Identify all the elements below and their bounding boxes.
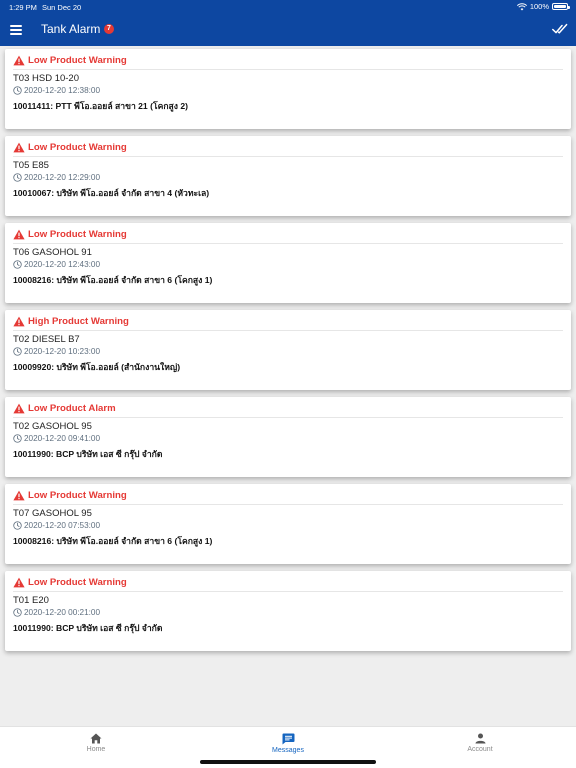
alert-header: Low Product Alarm	[13, 400, 116, 416]
nav-messages[interactable]: Messages	[258, 733, 318, 754]
clock-icon	[13, 608, 22, 617]
menu-button[interactable]	[10, 25, 22, 35]
clock-icon	[13, 86, 22, 95]
nav-messages-label: Messages	[272, 747, 304, 754]
alert-type: Low Product Warning	[28, 141, 127, 153]
alert-timestamp: 2020-12-20 00:21:00	[13, 608, 100, 617]
alert-timestamp: 2020-12-20 10:23:00	[13, 347, 100, 356]
timestamp-text: 2020-12-20 10:23:00	[24, 347, 101, 356]
warning-icon	[13, 577, 25, 587]
timestamp-text: 2020-12-20 07:53:00	[24, 521, 101, 530]
station-info: 10010067: บริษัท พีโอ.ออยล์ จำกัด สาขา 4…	[13, 188, 210, 198]
divider	[13, 330, 563, 331]
home-indicator	[200, 760, 376, 764]
alert-type: Low Product Alarm	[28, 402, 116, 414]
warning-icon	[13, 316, 25, 326]
alert-timestamp: 2020-12-20 07:53:00	[13, 521, 100, 530]
double-check-icon[interactable]	[552, 23, 568, 35]
app-bar: 1:29 PM Sun Dec 20 100% Tank Alarm 7	[0, 0, 576, 46]
tank-name: T05 E85	[13, 160, 49, 171]
alert-header: Low Product Warning	[13, 52, 127, 68]
alert-header: Low Product Warning	[13, 487, 127, 503]
alert-card[interactable]: High Product Warning T02 DIESEL B7 2020-12…	[5, 310, 571, 390]
timestamp-text: 2020-12-20 00:21:00	[24, 608, 101, 617]
page-title: Tank Alarm	[41, 22, 101, 36]
alert-card[interactable]: Low Product Warning T06 GASOHOL 91 2020-12…	[5, 223, 571, 303]
tank-name: T06 GASOHOL 91	[13, 247, 92, 258]
alert-timestamp: 2020-12-20 09:41:00	[13, 434, 100, 443]
alert-card[interactable]: Low Product Alarm T02 GASOHOL 95 2020-12-2…	[5, 397, 571, 477]
station-info: 10008216: บริษัท พีโอ.ออยล์ จำกัด สาขา 6…	[13, 275, 213, 285]
tank-name: T02 GASOHOL 95	[13, 421, 92, 432]
nav-account[interactable]: Account	[450, 733, 510, 753]
wifi-icon	[516, 2, 527, 10]
tank-name: T03 HSD 10-20	[13, 73, 80, 84]
timestamp-text: 2020-12-20 12:29:00	[24, 173, 101, 182]
divider	[13, 417, 563, 418]
station-info: 10011990: BCP บริษัท เอส ซี กรุ๊ป จำกัด	[13, 623, 163, 633]
alert-type: Low Product Warning	[28, 54, 127, 66]
clock-icon	[13, 434, 22, 443]
clock-icon	[13, 173, 22, 182]
nav-home[interactable]: Home	[66, 733, 126, 753]
warning-icon	[13, 490, 25, 500]
nav-home-label: Home	[86, 746, 106, 753]
alert-timestamp: 2020-12-20 12:43:00	[13, 260, 100, 269]
alert-card[interactable]: Low Product Warning T07 GASOHOL 95 2020-12…	[5, 484, 571, 564]
alert-type: High Product Warning	[28, 315, 129, 327]
timestamp-text: 2020-12-20 09:41:00	[24, 434, 101, 443]
nav-account-label: Account	[467, 746, 493, 753]
alert-timestamp: 2020-12-20 12:38:00	[13, 86, 100, 95]
divider	[13, 69, 563, 70]
station-info: 10008216: บริษัท พีโอ.ออยล์ จำกัด สาขา 6…	[13, 536, 213, 546]
tank-name: T02 DIESEL B7	[13, 334, 80, 345]
timestamp-text: 2020-12-20 12:38:00	[24, 86, 101, 95]
alert-timestamp: 2020-12-20 12:29:00	[13, 173, 100, 182]
alert-type: Low Product Warning	[28, 576, 127, 588]
clock-icon	[13, 521, 22, 530]
message-icon	[282, 733, 294, 745]
warning-icon	[13, 403, 25, 413]
status-time: 1:29 PM	[9, 3, 37, 12]
status-bar: 1:29 PM Sun Dec 20 100%	[0, 0, 576, 14]
divider	[13, 243, 563, 244]
status-date: Sun Dec 20	[42, 3, 82, 12]
battery-icon	[552, 3, 570, 10]
divider	[13, 156, 563, 157]
warning-icon	[13, 142, 25, 152]
warning-icon	[13, 229, 25, 239]
warning-icon	[13, 55, 25, 65]
timestamp-text: 2020-12-20 12:43:00	[24, 260, 101, 269]
home-icon	[90, 733, 102, 744]
alert-header: Low Product Warning	[13, 226, 127, 242]
alert-type: Low Product Warning	[28, 489, 127, 501]
status-right: 100%	[516, 2, 570, 11]
alert-card[interactable]: Low Product Warning T05 E85 2020-12-20 12:…	[5, 136, 571, 216]
clock-icon	[13, 347, 22, 356]
divider	[13, 504, 563, 505]
tank-name: T07 GASOHOL 95	[13, 508, 92, 519]
unread-badge: 7	[104, 24, 114, 34]
station-info: 10009920: บริษัท พีโอ.ออยล์ (สำนักงานใหญ…	[13, 362, 181, 372]
alert-card[interactable]: Low Product Warning T01 E20 2020-12-20 00:…	[5, 571, 571, 651]
alert-header: Low Product Warning	[13, 139, 127, 155]
person-icon	[475, 733, 485, 744]
clock-icon	[13, 260, 22, 269]
station-info: 10011990: BCP บริษัท เอส ซี กรุ๊ป จำกัด	[13, 449, 163, 459]
tank-name: T01 E20	[13, 595, 49, 606]
alert-header: Low Product Warning	[13, 574, 127, 590]
alert-type: Low Product Warning	[28, 228, 127, 240]
station-info: 10011411: PTT พีโอ.ออยล์ สาขา 21 (โคกสูง…	[13, 101, 189, 111]
alert-card[interactable]: Low Product Warning T03 HSD 10-20 2020-12-…	[5, 49, 571, 129]
battery-percent: 100%	[529, 2, 549, 11]
alert-header: High Product Warning	[13, 313, 129, 329]
divider	[13, 591, 563, 592]
